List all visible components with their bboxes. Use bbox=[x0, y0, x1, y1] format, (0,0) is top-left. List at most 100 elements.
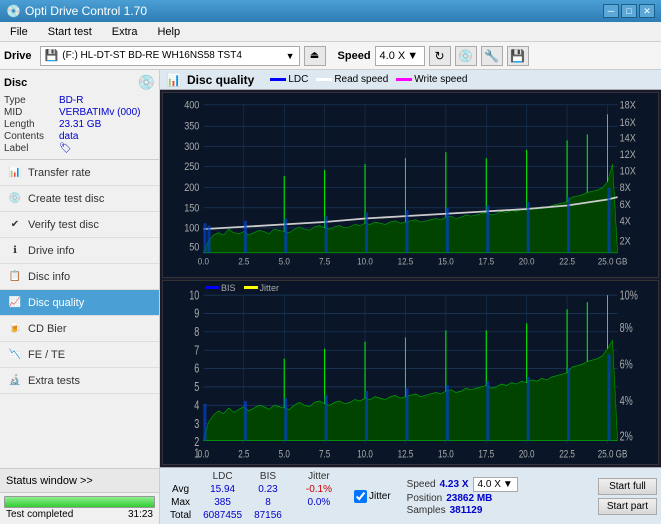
jitter-check-input[interactable] bbox=[354, 490, 367, 503]
disc-section: Disc 💿 Type BD-R MID VERBATIMv (000) Len… bbox=[0, 70, 159, 160]
jitter-checkbox[interactable]: Jitter bbox=[354, 490, 391, 503]
disc-type-row: Type BD-R bbox=[4, 95, 155, 106]
speed-dropdown[interactable]: 4.0 X ▼ bbox=[473, 477, 518, 492]
drive-selector[interactable]: 💾 (F:) HL-DT-ST BD-RE WH16NS58 TST4 ▼ bbox=[40, 46, 300, 66]
drive-label: Drive bbox=[4, 50, 32, 62]
nav-cd-bier[interactable]: 🍺 CD Bier bbox=[0, 316, 159, 342]
disc-header: Disc 💿 bbox=[4, 74, 155, 91]
svg-text:7.5: 7.5 bbox=[319, 448, 331, 461]
svg-text:25.0 GB: 25.0 GB bbox=[598, 256, 628, 267]
create-test-disc-icon: 💿 bbox=[8, 192, 22, 206]
start-part-button[interactable]: Start part bbox=[598, 498, 657, 515]
svg-text:4X: 4X bbox=[620, 216, 631, 228]
charts-area: 400 350 300 250 200 150 100 50 18X 16X 1… bbox=[160, 90, 661, 467]
nav-fe-te[interactable]: 📉 FE / TE bbox=[0, 342, 159, 368]
status-window-label: Status window >> bbox=[6, 475, 93, 487]
position-value: 23862 MB bbox=[446, 493, 492, 504]
legend-read-speed: Read speed bbox=[316, 74, 388, 85]
minimize-button[interactable]: ─ bbox=[603, 4, 619, 18]
menu-start-test[interactable]: Start test bbox=[42, 24, 98, 40]
svg-text:8: 8 bbox=[194, 325, 199, 339]
speed-value: 4.23 X bbox=[440, 479, 469, 490]
total-label: Total bbox=[164, 509, 197, 522]
svg-text:5.0: 5.0 bbox=[279, 448, 291, 461]
read-speed-legend-label: Read speed bbox=[334, 74, 388, 85]
disc-contents-row: Contents data bbox=[4, 131, 155, 142]
legend-write-speed: Write speed bbox=[396, 74, 467, 85]
chart-title: Disc quality bbox=[187, 73, 254, 87]
nav-drive-info[interactable]: ℹ Drive info bbox=[0, 238, 159, 264]
svg-text:12.5: 12.5 bbox=[398, 448, 414, 461]
nav-disc-info[interactable]: 📋 Disc info bbox=[0, 264, 159, 290]
svg-text:100: 100 bbox=[184, 223, 200, 235]
svg-text:6X: 6X bbox=[620, 199, 631, 211]
menu-file[interactable]: File bbox=[4, 24, 34, 40]
svg-text:17.5: 17.5 bbox=[478, 448, 494, 461]
speed-value: 4.0 X bbox=[380, 50, 406, 62]
svg-text:16X: 16X bbox=[620, 118, 637, 130]
nav-disc-quality[interactable]: 📈 Disc quality bbox=[0, 290, 159, 316]
bis-legend: BIS bbox=[205, 283, 236, 293]
nav-list: 📊 Transfer rate 💿 Create test disc ✔ Ver… bbox=[0, 160, 159, 394]
speed-selector[interactable]: 4.0 X ▼ bbox=[375, 46, 425, 66]
jitter-legend-color bbox=[244, 286, 258, 289]
progress-bar-fill bbox=[5, 497, 154, 507]
stats-empty-header bbox=[164, 470, 197, 483]
empty-header2 bbox=[288, 470, 300, 483]
disc-icon-btn[interactable]: 💿 bbox=[455, 46, 477, 66]
app-icon: 💿 bbox=[6, 4, 21, 18]
speed-info: Speed 4.23 X 4.0 X ▼ Position 23862 MB S… bbox=[407, 477, 518, 516]
svg-text:25.0 GB: 25.0 GB bbox=[598, 448, 628, 461]
menu-extra[interactable]: Extra bbox=[106, 24, 144, 40]
eject-button[interactable]: ⏏ bbox=[304, 46, 326, 66]
svg-text:350: 350 bbox=[184, 121, 200, 133]
ldc-legend-label: LDC bbox=[288, 74, 308, 85]
disc-info-label: Disc info bbox=[28, 271, 70, 283]
svg-text:2.5: 2.5 bbox=[238, 448, 250, 461]
svg-text:10: 10 bbox=[189, 288, 199, 302]
titlebar: 💿 Opti Drive Control 1.70 ─ □ ✕ bbox=[0, 0, 661, 22]
jitter-avg: -0.1% bbox=[300, 483, 338, 496]
avg-label: Avg bbox=[164, 483, 197, 496]
maximize-button[interactable]: □ bbox=[621, 4, 637, 18]
samples-row: Samples 381129 bbox=[407, 505, 518, 516]
svg-text:15.0: 15.0 bbox=[438, 448, 454, 461]
cd-bier-label: CD Bier bbox=[28, 323, 67, 335]
position-row: Position 23862 MB bbox=[407, 493, 518, 504]
refresh-button[interactable]: ↻ bbox=[429, 46, 451, 66]
svg-text:50: 50 bbox=[189, 242, 200, 254]
nav-extra-tests[interactable]: 🔬 Extra tests bbox=[0, 368, 159, 394]
menu-help[interactable]: Help bbox=[151, 24, 186, 40]
svg-text:2%: 2% bbox=[620, 430, 633, 444]
transfer-rate-icon: 📊 bbox=[8, 166, 22, 180]
left-panel: Disc 💿 Type BD-R MID VERBATIMv (000) Len… bbox=[0, 70, 160, 524]
nav-transfer-rate[interactable]: 📊 Transfer rate bbox=[0, 160, 159, 186]
verify-test-disc-icon: ✔ bbox=[8, 218, 22, 232]
disc-section-title: Disc bbox=[4, 77, 27, 89]
save-button[interactable]: 💾 bbox=[507, 46, 529, 66]
read-speed-color bbox=[316, 78, 332, 81]
progress-area: Test completed 31:23 bbox=[0, 493, 159, 524]
samples-label: Samples bbox=[407, 505, 446, 516]
extra-tests-label: Extra tests bbox=[28, 375, 80, 387]
nav-create-test-disc[interactable]: 💿 Create test disc bbox=[0, 186, 159, 212]
drive-icon: 💾 bbox=[45, 49, 59, 62]
nav-verify-test-disc[interactable]: ✔ Verify test disc bbox=[0, 212, 159, 238]
speed-row: Speed 4.23 X 4.0 X ▼ bbox=[407, 477, 518, 492]
titlebar-controls: ─ □ ✕ bbox=[603, 4, 655, 18]
drive-dropdown-arrow: ▼ bbox=[286, 51, 295, 61]
svg-text:5: 5 bbox=[194, 380, 199, 394]
close-button[interactable]: ✕ bbox=[639, 4, 655, 18]
svg-text:7.5: 7.5 bbox=[319, 256, 330, 267]
svg-text:3: 3 bbox=[194, 417, 199, 431]
svg-text:300: 300 bbox=[184, 141, 200, 153]
svg-text:22.5: 22.5 bbox=[559, 448, 575, 461]
type-value: BD-R bbox=[59, 95, 83, 106]
start-full-button[interactable]: Start full bbox=[598, 478, 657, 495]
bis-legend-color bbox=[205, 286, 219, 289]
settings-icon-btn[interactable]: 🔧 bbox=[481, 46, 503, 66]
disc-length-row: Length 23.31 GB bbox=[4, 119, 155, 130]
length-value: 23.31 GB bbox=[59, 119, 101, 130]
status-window-button[interactable]: Status window >> bbox=[0, 469, 159, 493]
action-buttons: Start full Start part bbox=[598, 478, 657, 515]
